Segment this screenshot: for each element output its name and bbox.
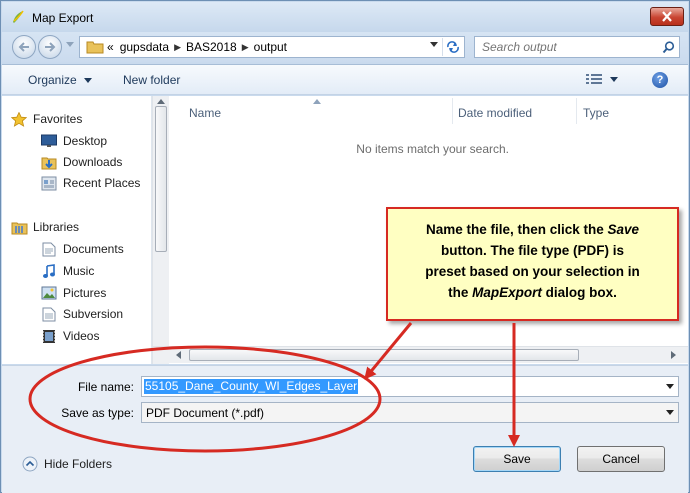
column-divider[interactable]: [576, 98, 577, 124]
file-name-value[interactable]: 55105_Dane_County_WI_Edges_Layer: [144, 379, 359, 394]
hide-folders-label: Hide Folders: [44, 457, 113, 471]
close-icon: [662, 11, 672, 22]
window-title: Map Export: [32, 11, 94, 25]
breadcrumb[interactable]: « gupsdata ▶ BAS2018 ▶ output: [79, 36, 465, 58]
empty-folder-message: No items match your search.: [356, 142, 509, 156]
scroll-right-arrow-icon[interactable]: [671, 351, 676, 359]
organize-button[interactable]: Organize: [28, 73, 93, 87]
pictures-icon: [40, 285, 58, 301]
back-button[interactable]: [12, 35, 36, 59]
search-input[interactable]: [475, 37, 655, 57]
column-header-type[interactable]: Type: [583, 106, 609, 120]
navigation-pane-scrollbar[interactable]: [152, 96, 169, 364]
star-icon: [10, 111, 28, 127]
sidebar-item-label: Subversion: [63, 307, 124, 321]
address-row: « gupsdata ▶ BAS2018 ▶ output: [2, 32, 688, 62]
save-options-panel: File name: 55105_Dane_County_WI_Edges_La…: [2, 365, 688, 493]
scrollbar-thumb[interactable]: [155, 106, 167, 252]
documents-icon: [40, 241, 58, 257]
sidebar-item-label: Desktop: [63, 134, 108, 148]
chevron-down-icon: [610, 76, 618, 82]
save-button[interactable]: Save: [473, 446, 561, 472]
search-icon[interactable]: [662, 41, 675, 54]
chevron-right-icon[interactable]: ▶: [172, 42, 183, 53]
new-folder-button[interactable]: New folder: [123, 73, 180, 87]
save-as-type-label: Save as type:: [61, 406, 134, 420]
sidebar-item-subversion[interactable]: Subversion: [40, 304, 123, 324]
qgis-app-icon: [13, 10, 24, 23]
hide-folders-button[interactable]: Hide Folders: [22, 456, 112, 472]
file-list-horizontal-scrollbar[interactable]: [153, 346, 688, 363]
refresh-icon: [446, 41, 459, 53]
details-view-icon: [586, 74, 602, 84]
organize-label: Organize: [28, 73, 77, 87]
desktop-icon: [40, 133, 58, 149]
column-header-name[interactable]: Name: [189, 106, 221, 120]
change-view-button[interactable]: [586, 73, 618, 85]
sidebar-item-music[interactable]: Music: [40, 261, 94, 281]
sidebar-item-label: Downloads: [63, 155, 123, 169]
search-box[interactable]: [474, 36, 680, 58]
chevron-right-icon[interactable]: ▶: [240, 42, 251, 53]
chevron-up-circle-icon: [22, 456, 38, 472]
videos-icon: [40, 328, 58, 344]
scroll-left-arrow-icon[interactable]: [176, 351, 181, 359]
sidebar-item-label: Favorites: [33, 112, 83, 126]
forward-button[interactable]: [38, 35, 62, 59]
save-as-type-value: PDF Document (*.pdf): [146, 406, 265, 420]
refresh-button[interactable]: [442, 38, 462, 56]
scrollbar-thumb[interactable]: [189, 349, 579, 361]
help-icon[interactable]: ?: [652, 72, 668, 88]
chevron-down-icon: [84, 78, 93, 84]
arrow-left-icon: [18, 42, 29, 52]
navigation-pane: Favorites Desktop Downloads Recent Place…: [2, 96, 152, 364]
callout-line: the MapExport dialog box.: [448, 285, 617, 300]
sidebar-item-downloads[interactable]: Downloads: [40, 152, 122, 172]
scroll-up-arrow-icon[interactable]: [157, 99, 165, 104]
recent-places-icon: [40, 175, 58, 191]
file-name-label: File name:: [77, 380, 134, 394]
sidebar-item-favorites[interactable]: Favorites: [10, 109, 82, 129]
libraries-icon: [10, 219, 28, 235]
callout-line: Name the file, then click the Save: [425, 222, 640, 237]
sidebar-item-label: Documents: [63, 242, 124, 256]
sidebar-item-label: Music: [63, 264, 95, 278]
music-icon: [40, 263, 58, 279]
sidebar-item-libraries[interactable]: Libraries: [10, 217, 79, 237]
instruction-callout: Name the file, then click the Save butto…: [386, 207, 679, 321]
column-header-date-modified[interactable]: Date modified: [458, 106, 532, 120]
callout-line: button. The file type (PDF) is: [441, 243, 624, 258]
title-bar: Map Export: [2, 2, 688, 32]
chevron-down-icon[interactable]: [666, 410, 674, 415]
close-button[interactable]: [650, 7, 684, 26]
sidebar-item-pictures[interactable]: Pictures: [40, 283, 106, 303]
sidebar-item-label: Recent Places: [63, 176, 141, 190]
arrow-right-icon: [45, 42, 56, 52]
sidebar-item-label: Pictures: [63, 286, 107, 300]
recent-locations-dropdown-icon[interactable]: [66, 42, 74, 48]
breadcrumb-item-output[interactable]: output: [251, 40, 290, 54]
subversion-icon: [40, 306, 58, 322]
column-divider[interactable]: [452, 98, 453, 124]
sidebar-item-desktop[interactable]: Desktop: [40, 131, 107, 151]
breadcrumb-item-bas2018[interactable]: BAS2018: [183, 40, 240, 54]
cancel-button[interactable]: Cancel: [577, 446, 665, 472]
sidebar-item-label: Libraries: [33, 220, 80, 234]
sidebar-item-recent-places[interactable]: Recent Places: [40, 173, 140, 193]
command-toolbar: Organize New folder ?: [2, 64, 688, 95]
sidebar-item-videos[interactable]: Videos: [40, 326, 99, 346]
map-export-dialog: Map Export « gupsdata ▶ BAS2018 ▶ output: [0, 0, 690, 493]
downloads-icon: [40, 154, 58, 170]
callout-line: preset based on your selection in: [425, 264, 640, 279]
breadcrumb-item-gupsdata[interactable]: gupsdata: [117, 40, 172, 54]
chevron-down-icon[interactable]: [666, 384, 674, 389]
sidebar-item-label: Videos: [63, 329, 100, 343]
file-name-input[interactable]: 55105_Dane_County_WI_Edges_Layer: [141, 376, 679, 397]
address-dropdown-icon[interactable]: [430, 42, 438, 48]
sort-ascending-icon: [313, 99, 321, 104]
folder-icon: [86, 41, 104, 54]
breadcrumb-overflow[interactable]: «: [104, 40, 117, 54]
save-as-type-select[interactable]: PDF Document (*.pdf): [141, 402, 679, 423]
sidebar-item-documents[interactable]: Documents: [40, 239, 124, 259]
